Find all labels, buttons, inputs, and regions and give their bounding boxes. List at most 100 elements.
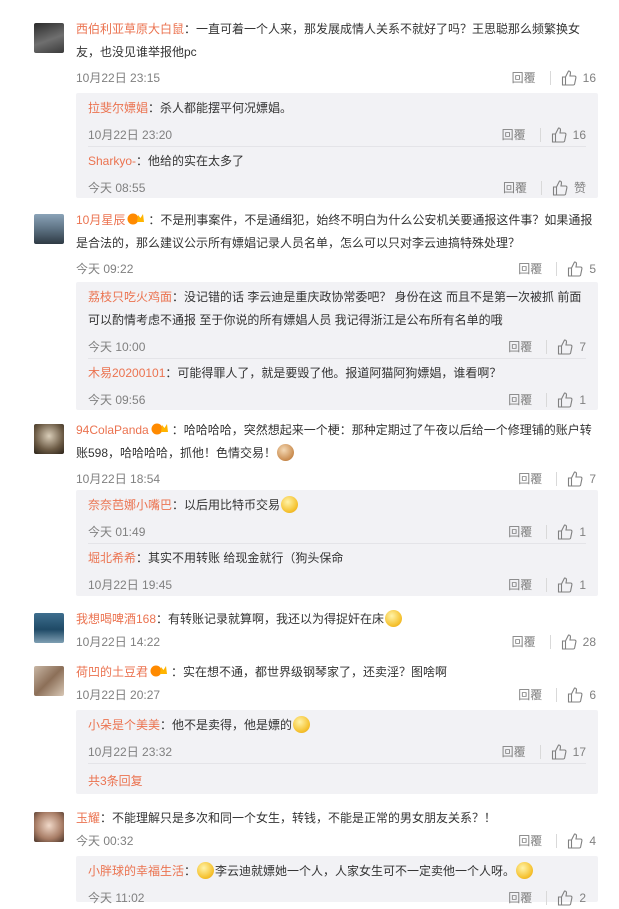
smirk-emoji-icon — [281, 496, 299, 513]
like-button[interactable]: 4 — [567, 830, 596, 852]
reply-username[interactable]: 小胖球的幸福生活 — [88, 864, 184, 878]
reply-button[interactable]: 回覆 — [508, 574, 532, 596]
reply-username[interactable]: 荔枝只吃火鸡面 — [88, 290, 172, 304]
reply-item: 木易20200101：可能得罪人了，就是要毁了他。报道阿猫阿狗嫖娼，谁看啊？ 今… — [88, 362, 586, 411]
avatar[interactable] — [34, 812, 64, 842]
reply-time: 今天 09:56 — [88, 393, 146, 407]
thumbs-up-icon — [551, 744, 567, 760]
reply-time: 10月22日 19:45 — [88, 578, 173, 592]
avatar[interactable] — [34, 613, 64, 643]
reply-button[interactable]: 回覆 — [512, 631, 536, 653]
reply-button[interactable]: 回覆 — [508, 389, 532, 411]
thumbs-up-icon — [561, 634, 577, 650]
avatar[interactable] — [34, 214, 64, 244]
like-count: 7 — [579, 340, 586, 354]
like-button[interactable]: 1 — [557, 521, 586, 543]
reply-meta: 10月22日 23:32 回覆 17 — [88, 741, 586, 763]
comment-username[interactable]: 94ColaPanda — [76, 423, 149, 437]
reply-username[interactable]: 拉斐尔嫖娼 — [88, 101, 148, 115]
like-button[interactable]: 7 — [567, 468, 596, 490]
reply-button[interactable]: 回覆 — [518, 830, 542, 852]
reply-username[interactable]: 堀北希希 — [88, 551, 136, 565]
like-count: 4 — [589, 834, 596, 848]
thumbs-up-icon — [558, 890, 573, 906]
reply-button[interactable]: 回覆 — [508, 521, 532, 543]
reply-username[interactable]: 木易20200101 — [88, 366, 165, 380]
vip-badge-icon — [151, 423, 168, 435]
reply-button[interactable]: 回覆 — [512, 67, 536, 89]
thumbs-up-icon — [558, 339, 573, 355]
reply-time: 今天 08:55 — [88, 181, 146, 195]
thumbs-up-icon — [552, 180, 568, 196]
reply-text: ：可能得罪人了，就是要毁了他。报道阿猫阿狗嫖娼，谁看啊？ — [165, 366, 502, 380]
comment-time: 10月22日 20:27 — [76, 688, 161, 702]
like-button[interactable]: 16 — [561, 67, 596, 89]
reply-username[interactable]: Sharkyo- — [88, 154, 136, 168]
reply-time: 10月22日 23:20 — [88, 128, 173, 142]
kiss-emoji-icon — [293, 716, 311, 733]
reply-text: 李云迪就嫖她一个人，人家女生可不一定卖他一个人呀。 — [215, 864, 516, 878]
reply-time: 10月22日 23:32 — [88, 745, 173, 759]
like-button[interactable]: 1 — [557, 389, 586, 411]
divider — [88, 358, 586, 359]
divider — [549, 71, 551, 85]
comment-username[interactable]: 我想喝啤酒168 — [76, 612, 156, 626]
thumbs-up-icon — [558, 392, 573, 408]
reply-button[interactable]: 回覆 — [502, 741, 526, 763]
smile-emoji-icon — [197, 862, 215, 879]
comment-feed: 西伯利亚草原大白鼠：一直可着一个人来，那发展成情人关系不就好了吗？王思聪那么频繁… — [0, 0, 619, 906]
like-count: 28 — [582, 635, 596, 649]
divider — [546, 525, 548, 539]
more-replies-link[interactable]: 共3条回复 — [88, 770, 143, 792]
comment-item: 我想喝啤酒168：有转账记录就算啊，我还以为得捉奸在床 10月22日 14:22… — [34, 608, 598, 653]
reply-text: ：他不是卖得，他是嫖的 — [160, 718, 293, 732]
divider — [546, 578, 548, 592]
divider — [88, 543, 586, 544]
like-button[interactable]: 6 — [567, 684, 596, 706]
reply-button[interactable]: 回覆 — [502, 124, 526, 146]
reply-list: 拉斐尔嫖娼：杀人都能摆平何况嫖娼。 10月22日 23:20 回覆 16 Shar… — [76, 93, 598, 198]
reply-username[interactable]: 小朵是个美美 — [88, 718, 160, 732]
like-button[interactable]: 赞 — [552, 177, 586, 199]
like-button[interactable]: 5 — [567, 258, 596, 280]
divider — [88, 146, 586, 147]
comment-username[interactable]: 10月星辰 — [76, 213, 125, 227]
like-button[interactable]: 2 — [557, 887, 586, 909]
like-button[interactable]: 7 — [557, 336, 586, 358]
like-count: 17 — [572, 745, 586, 759]
reply-meta: 10月22日 19:45 回覆 1 — [88, 574, 586, 596]
comment-username[interactable]: 玉耀 — [76, 811, 100, 825]
reply-meta: 今天 10:00 回覆 7 — [88, 336, 586, 358]
comment-meta: 今天 00:32 回覆 4 — [76, 830, 598, 852]
avatar[interactable] — [34, 666, 64, 696]
comment-item: 荷凹的土豆君 ：实在想不通，都世界级钢琴家了，还卖淫？图啥啊 10月22日 20:… — [34, 661, 598, 706]
comment-meta: 10月22日 20:27 回覆 6 — [76, 684, 598, 706]
comment-username[interactable]: 西伯利亚草原大白鼠 — [76, 22, 184, 36]
like-button[interactable]: 28 — [561, 631, 596, 653]
divider — [556, 262, 558, 276]
comment-time: 今天 09:22 — [76, 262, 134, 276]
like-button[interactable]: 16 — [551, 124, 586, 146]
reply-button[interactable]: 回覆 — [518, 468, 542, 490]
comment-meta: 10月22日 23:15 回覆 16 — [76, 67, 598, 89]
divider — [556, 688, 558, 702]
reply-button[interactable]: 回覆 — [508, 887, 532, 909]
like-button[interactable]: 17 — [551, 741, 586, 763]
avatar[interactable] — [34, 23, 64, 53]
reply-meta: 今天 11:02 回覆 2 — [88, 887, 586, 909]
reply-list: 奈奈芭娜小嘴巴：以后用比特币交易 今天 01:49 回覆 1 堀北希希：其实不用转… — [76, 490, 598, 596]
reply-button[interactable]: 回覆 — [518, 684, 542, 706]
reply-button[interactable]: 回覆 — [503, 177, 527, 199]
like-count: 1 — [579, 393, 586, 407]
like-button[interactable]: 1 — [557, 574, 586, 596]
reply-item: 奈奈芭娜小嘴巴：以后用比特币交易 今天 01:49 回覆 1 — [88, 494, 586, 543]
reply-button[interactable]: 回覆 — [518, 258, 542, 280]
reply-username[interactable]: 奈奈芭娜小嘴巴 — [88, 498, 172, 512]
laugh-emoji-icon — [516, 862, 534, 879]
avatar[interactable] — [34, 424, 64, 454]
thumbs-up-icon — [568, 261, 583, 277]
like-count: 16 — [582, 71, 596, 85]
reply-button[interactable]: 回覆 — [508, 336, 532, 358]
comment-username[interactable]: 荷凹的土豆君 — [76, 665, 148, 679]
like-count: 2 — [579, 891, 586, 905]
